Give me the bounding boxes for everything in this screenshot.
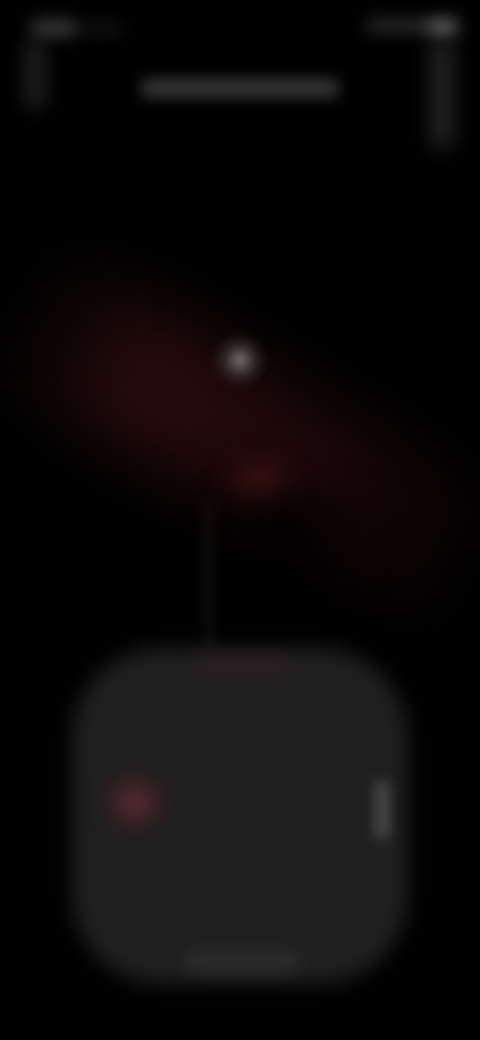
status-indicator [82, 26, 122, 32]
image-light-source [214, 334, 266, 386]
status-bar-icons [342, 12, 462, 42]
record-dot-icon[interactable] [96, 768, 174, 836]
back-arrow-icon[interactable] [24, 40, 46, 110]
status-bar-time [20, 14, 122, 42]
panel-bottom-label [184, 950, 300, 972]
time-indicator [30, 20, 78, 36]
image-line [206, 500, 212, 660]
battery-icon [428, 18, 458, 36]
panel-side-control[interactable] [374, 780, 390, 840]
screen [0, 0, 480, 1040]
panel-top-label [192, 656, 292, 678]
header-title [140, 78, 340, 98]
more-options-icon[interactable] [430, 40, 454, 150]
image-shadow [200, 490, 380, 670]
